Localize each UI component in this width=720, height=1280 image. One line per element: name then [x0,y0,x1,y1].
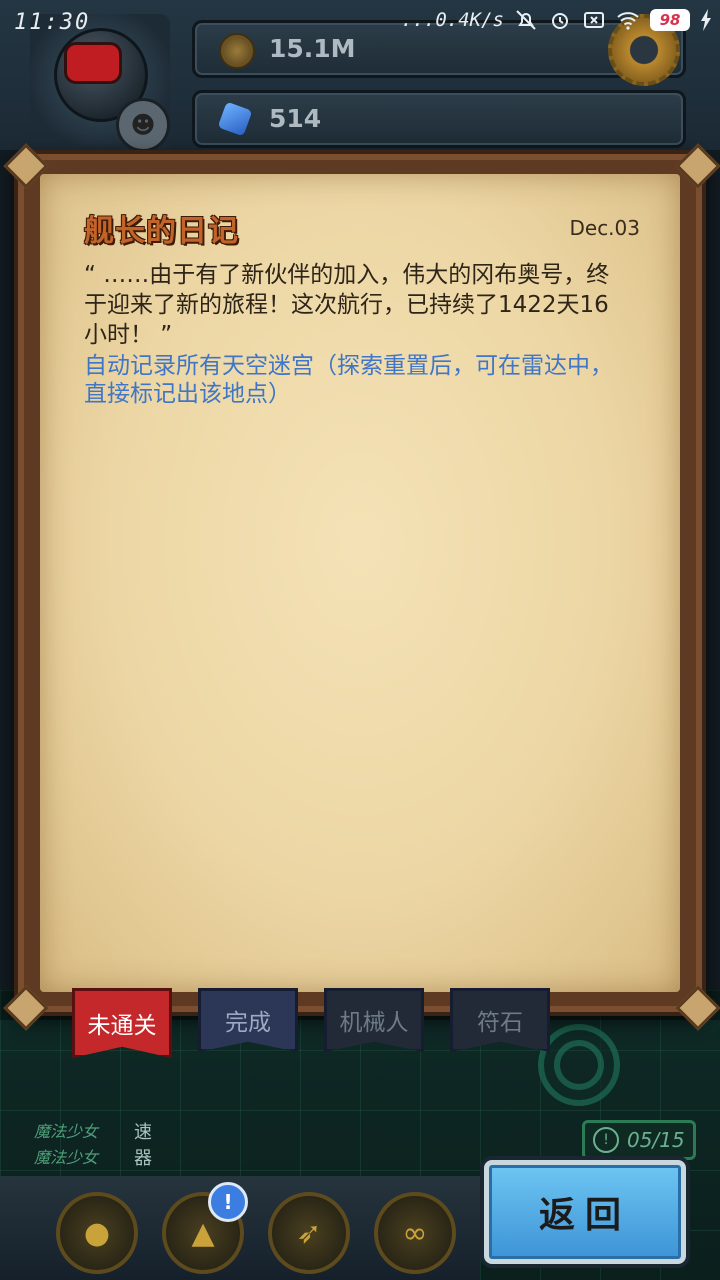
diary-title: 舰长的日记 [84,214,239,249]
diary-note: 自动记录所有天空迷宫（探索重置后，可在雷达中，直接标记出该地点） [84,353,613,407]
progress-counter: ! 05/15 [582,1120,696,1160]
no-sim-icon [584,12,604,28]
back-button[interactable]: 返回 [484,1160,686,1264]
alarm-icon [552,13,568,29]
pretzel-icon[interactable]: ∞ [374,1192,456,1274]
tab-completed[interactable]: 完成 [198,988,298,1052]
slime-icon[interactable]: ● [56,1192,138,1274]
status-bar: 11:30 ...0.4K/s 98 [0,0,720,46]
exclamation-icon: ! [593,1127,619,1153]
status-time: 11:30 [14,10,91,35]
filter-tabs: 未通关 完成 机械人 符石 [72,988,550,1058]
gem-icon [217,101,253,137]
wifi-icon [617,12,639,30]
tab-uncleared[interactable]: 未通关 [72,988,172,1058]
charging-icon [701,9,711,31]
side-label: 器 [134,1148,152,1169]
status-icons: ...0.4K/s 98 [401,8,712,32]
side-label: 速 [134,1122,152,1143]
gem-amount: 514 [269,104,322,133]
monkey-badge-icon[interactable]: ☻ [116,98,170,152]
alert-badge-icon: ! [208,1182,248,1222]
gem-resource-bar: 514 [192,90,686,148]
network-speed: ...0.4K/s [401,9,504,31]
battery-indicator: 98 [650,9,690,31]
diary-date: Dec.03 [569,216,640,240]
ticker-line: 魔法少女 [34,1122,99,1141]
diary-body: “ ……由于有了新伙伴的加入，伟大的冈布奥号，终于迎来了新的旅程！这次航行，已持… [84,262,610,348]
counter-value: 05/15 [627,1128,685,1152]
ticker-line: 魔法少女 [34,1148,99,1167]
mute-bell-icon [516,10,536,30]
tab-runestone[interactable]: 符石 [450,988,550,1052]
tab-robot[interactable]: 机械人 [324,988,424,1052]
rocket-icon[interactable]: ➶ [268,1192,350,1274]
portal-spiral-icon [538,1024,620,1106]
visor-icon [64,42,122,84]
